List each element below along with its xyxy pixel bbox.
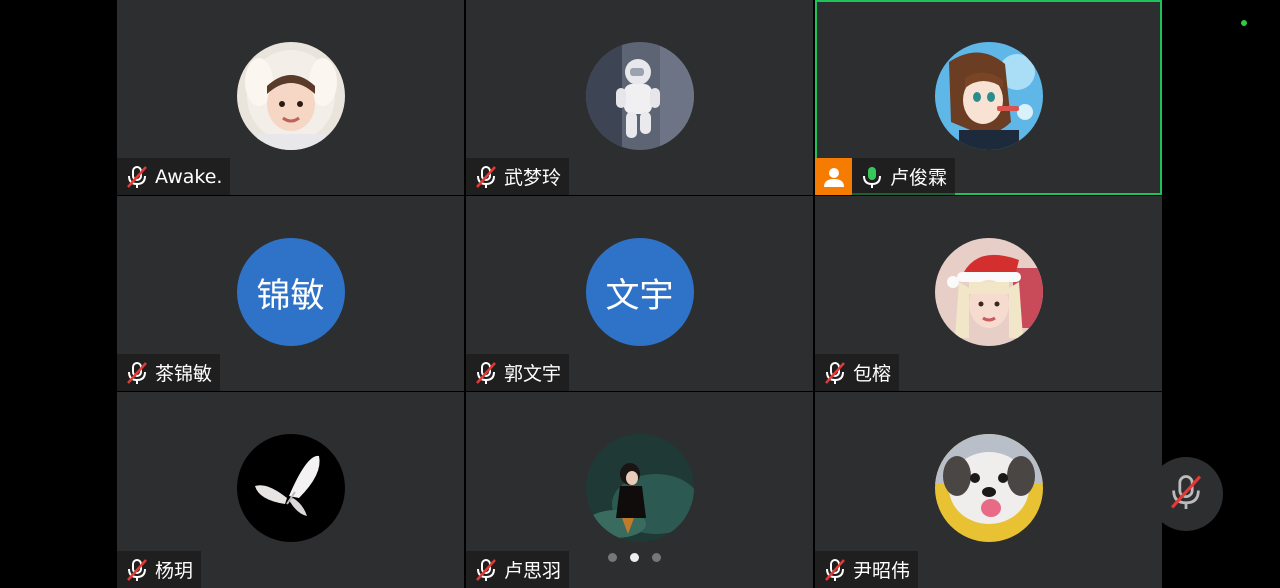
- mic-muted-icon: [821, 354, 849, 391]
- participant-name: 卢思羽: [504, 560, 562, 582]
- child-hood-icon: [236, 42, 345, 150]
- participant-name: 包榕: [853, 363, 892, 385]
- participant-name: 尹昭伟: [853, 560, 911, 582]
- name-tag: Awake.: [117, 158, 231, 195]
- meeting-screen: Awake. 武梦玲 卢俊霖 锦敏 茶锦敏 文宇 郭文宇 包榕 杨玥 卢思羽 尹…: [0, 0, 1280, 588]
- name-tag: 武梦玲: [466, 158, 570, 195]
- participant-initials-avatar: 锦敏: [236, 238, 345, 346]
- self-mic-toggle-button[interactable]: [1149, 457, 1223, 531]
- mic-muted-icon: [472, 354, 500, 391]
- host-badge-icon: [815, 158, 852, 195]
- name-tag: 包榕: [815, 354, 900, 391]
- pond-girl-icon: [585, 434, 694, 542]
- participant-name: Awake.: [155, 165, 223, 188]
- mic-muted-icon: [821, 551, 849, 588]
- participant-name: 茶锦敏: [155, 363, 213, 385]
- page-dot[interactable]: [608, 553, 617, 562]
- participant-avatar: [585, 434, 694, 542]
- participant-avatar: [934, 238, 1043, 346]
- mic-muted-icon: [1169, 472, 1203, 516]
- participant-avatar: [585, 42, 694, 150]
- participant-tile[interactable]: 尹昭伟: [815, 392, 1162, 588]
- page-dot-current[interactable]: [630, 553, 639, 562]
- mic-muted-icon: [472, 551, 500, 588]
- anime-girl-icon: [934, 42, 1043, 150]
- mic-on-icon: [858, 158, 886, 195]
- name-tag: 卢俊霖: [815, 158, 956, 195]
- name-tag: 茶锦敏: [117, 354, 221, 391]
- participant-tile[interactable]: 锦敏 茶锦敏: [117, 196, 464, 391]
- participant-name: 杨玥: [155, 560, 194, 582]
- participant-initials-avatar: 文宇: [585, 238, 694, 346]
- participant-grid: Awake. 武梦玲 卢俊霖 锦敏 茶锦敏 文宇 郭文宇 包榕 杨玥 卢思羽 尹…: [117, 0, 1162, 588]
- status-indicator-dot: [1241, 20, 1247, 26]
- participant-avatar: [934, 434, 1043, 542]
- santa-hat-girl-icon: [934, 238, 1043, 346]
- butterfly-icon: [236, 434, 345, 542]
- name-tag: 杨玥: [117, 551, 202, 588]
- participant-name: 武梦玲: [504, 167, 562, 189]
- name-tag: 尹昭伟: [815, 551, 919, 588]
- participant-avatar: [236, 42, 345, 150]
- mic-muted-icon: [123, 551, 151, 588]
- participant-avatar: [934, 42, 1043, 150]
- participant-tile[interactable]: 武梦玲: [466, 0, 813, 195]
- page-indicator[interactable]: [608, 553, 661, 562]
- participant-avatar: [236, 434, 345, 542]
- page-dot[interactable]: [652, 553, 661, 562]
- mic-muted-icon: [123, 158, 151, 195]
- participant-tile-active-speaker[interactable]: 卢俊霖: [815, 0, 1162, 195]
- mic-muted-icon: [472, 158, 500, 195]
- puppy-icon: [934, 434, 1043, 542]
- participant-tile[interactable]: Awake.: [117, 0, 464, 195]
- participant-name: 卢俊霖: [890, 167, 948, 189]
- name-tag: 卢思羽: [466, 551, 570, 588]
- participant-tile[interactable]: 杨玥: [117, 392, 464, 588]
- participant-name: 郭文宇: [504, 363, 562, 385]
- participant-tile[interactable]: 文宇 郭文宇: [466, 196, 813, 391]
- name-tag: 郭文宇: [466, 354, 570, 391]
- participant-tile[interactable]: 包榕: [815, 196, 1162, 391]
- mic-muted-icon: [123, 354, 151, 391]
- astronaut-icon: [585, 42, 694, 150]
